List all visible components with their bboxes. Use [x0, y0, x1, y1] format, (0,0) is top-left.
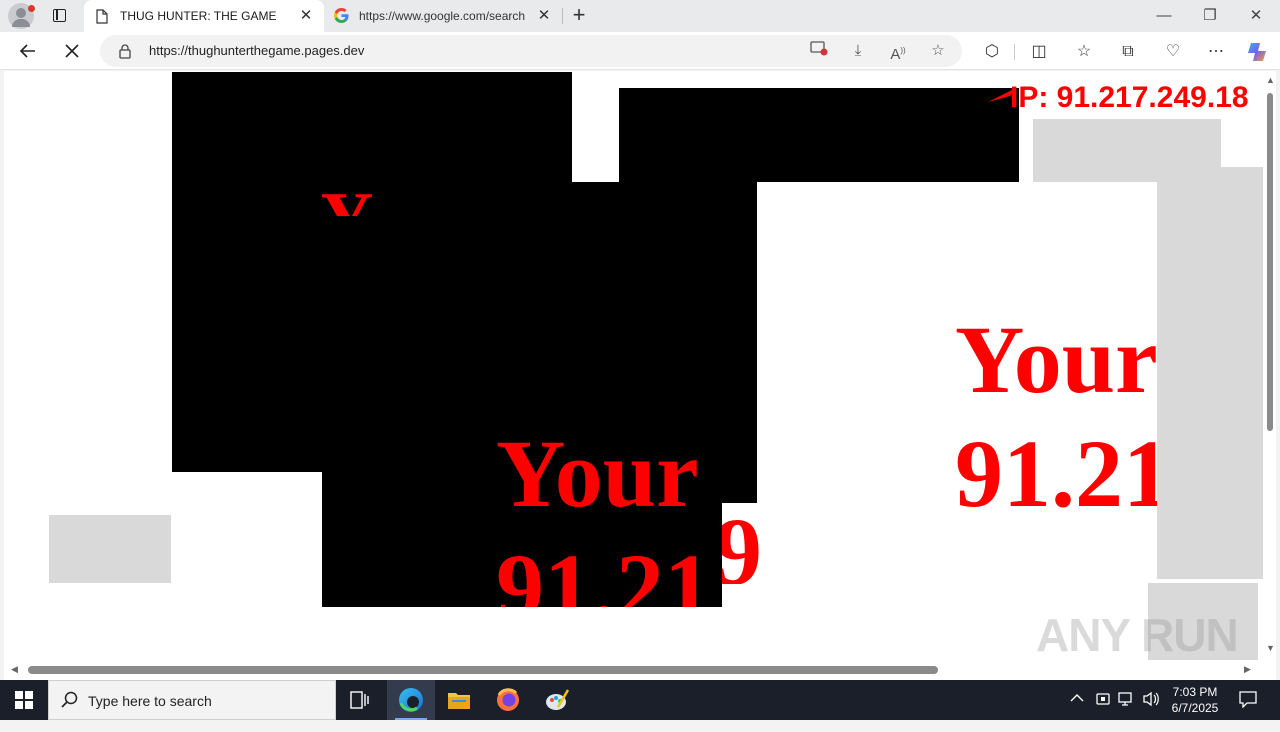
search-placeholder[interactable]: Type here to search	[88, 693, 212, 709]
windows-taskbar: Type here to search 7:03 PM 6/7/2025	[0, 680, 1280, 720]
download-icon[interactable]: ⤓	[846, 40, 870, 62]
ip-address-banner: IP: 91.217.249.18	[1010, 81, 1249, 114]
scroll-up-icon[interactable]: ▲	[1266, 75, 1275, 85]
tab-actions-icon[interactable]	[48, 6, 70, 26]
settings-more-icon[interactable]: ⋯	[1204, 41, 1228, 63]
paint-icon[interactable]	[533, 680, 581, 720]
tab-google-search[interactable]: https://www.google.com/search ✕	[326, 0, 562, 32]
favorites-icon[interactable]: ☆	[1072, 41, 1096, 63]
browser-essentials-icon[interactable]: ♡	[1161, 41, 1185, 63]
stop-loading-icon[interactable]	[57, 36, 87, 66]
url-text[interactable]: https://thughunterthegame.pages.dev	[149, 43, 364, 58]
network-icon[interactable]	[1118, 691, 1136, 731]
alert-text-center: Your 91.21	[322, 412, 722, 608]
horizontal-scroll-thumb[interactable]	[28, 666, 938, 674]
file-explorer-icon[interactable]	[435, 680, 483, 720]
new-tab-button[interactable]: +	[566, 4, 592, 28]
taskbar-search-box[interactable]: Type here to search	[48, 680, 336, 720]
close-window-icon[interactable]: ✕	[1233, 0, 1279, 32]
alert-line-2: 91.21	[955, 420, 1157, 527]
close-tab-icon[interactable]: ✕	[536, 8, 552, 24]
notifications-icon[interactable]	[1238, 690, 1258, 730]
google-icon	[334, 8, 349, 23]
scroll-down-icon[interactable]: ▼	[1266, 643, 1275, 653]
tab-title: https://www.google.com/search	[359, 9, 526, 23]
back-arrow-icon[interactable]	[13, 36, 43, 66]
vertical-scroll-thumb[interactable]	[1267, 93, 1273, 431]
alert-line-2: 91.21	[496, 534, 712, 608]
collections-icon[interactable]: ⧉	[1116, 41, 1140, 63]
volume-icon[interactable]	[1142, 691, 1160, 731]
alert-line-1: Your	[496, 420, 699, 527]
split-screen-icon[interactable]: ◫	[1027, 41, 1051, 63]
clock-time: 7:03 PM	[1172, 685, 1218, 699]
gray-placeholder-box	[49, 515, 171, 583]
windows-start-icon[interactable]	[0, 680, 48, 720]
firefox-icon[interactable]	[484, 680, 532, 720]
browser-toolbar: https://thughunterthegame.pages.dev ⤓ A)…	[0, 32, 1280, 70]
close-tab-icon[interactable]: ✕	[298, 8, 314, 24]
toolbar-divider	[1014, 44, 1015, 60]
blocked-popup-icon[interactable]	[807, 40, 831, 62]
security-tray-icon[interactable]	[1095, 691, 1111, 731]
black-overlay-block	[619, 88, 1019, 182]
page-viewport: Y IP: 91.217.249.18 Your 91.21 Your 91.2…	[4, 71, 1276, 680]
scroll-left-icon[interactable]: ◀	[11, 664, 18, 675]
alert-text-right: Your 91.21	[757, 182, 1157, 582]
page-icon	[96, 9, 108, 24]
stray-digit: 9	[722, 504, 762, 584]
restore-icon[interactable]: ❐	[1187, 0, 1233, 32]
read-aloud-icon[interactable]: A))	[886, 40, 910, 63]
show-hidden-icons-icon[interactable]	[1070, 692, 1084, 732]
edge-browser-icon[interactable]	[387, 680, 435, 720]
vertical-scrollbar[interactable]: ▲ ▼	[1263, 71, 1276, 660]
anyrun-watermark: ANY RUN	[1036, 609, 1239, 661]
horizontal-scrollbar[interactable]: ◀ ▶	[4, 660, 1263, 680]
red-slash-mark	[988, 88, 1016, 102]
tab-strip: THUG HUNTER: THE GAME ✕ https://www.goog…	[0, 0, 1280, 32]
scroll-right-icon[interactable]: ▶	[1244, 664, 1251, 675]
tab-thug-hunter[interactable]: THUG HUNTER: THE GAME ✕	[84, 0, 324, 32]
copilot-icon[interactable]	[1245, 41, 1269, 63]
lock-icon[interactable]	[118, 43, 132, 59]
minimize-icon[interactable]: —	[1141, 0, 1187, 32]
tab-title: THUG HUNTER: THE GAME	[120, 9, 277, 23]
system-clock[interactable]: 7:03 PM 6/7/2025	[1160, 684, 1230, 716]
profile-avatar-icon[interactable]	[8, 3, 35, 29]
task-view-icon[interactable]	[336, 680, 384, 720]
search-icon	[61, 691, 78, 708]
extensions-icon[interactable]: ⬡	[980, 41, 1004, 63]
address-bar[interactable]: https://thughunterthegame.pages.dev ⤓ A)…	[100, 35, 962, 67]
gray-placeholder-box	[1157, 167, 1263, 579]
alert-line-1: Your	[955, 306, 1157, 413]
clock-date: 6/7/2025	[1171, 701, 1219, 715]
favorite-star-icon[interactable]: ☆	[926, 40, 950, 62]
tab-divider	[562, 8, 563, 24]
partial-glyph-text: Y	[322, 182, 373, 216]
